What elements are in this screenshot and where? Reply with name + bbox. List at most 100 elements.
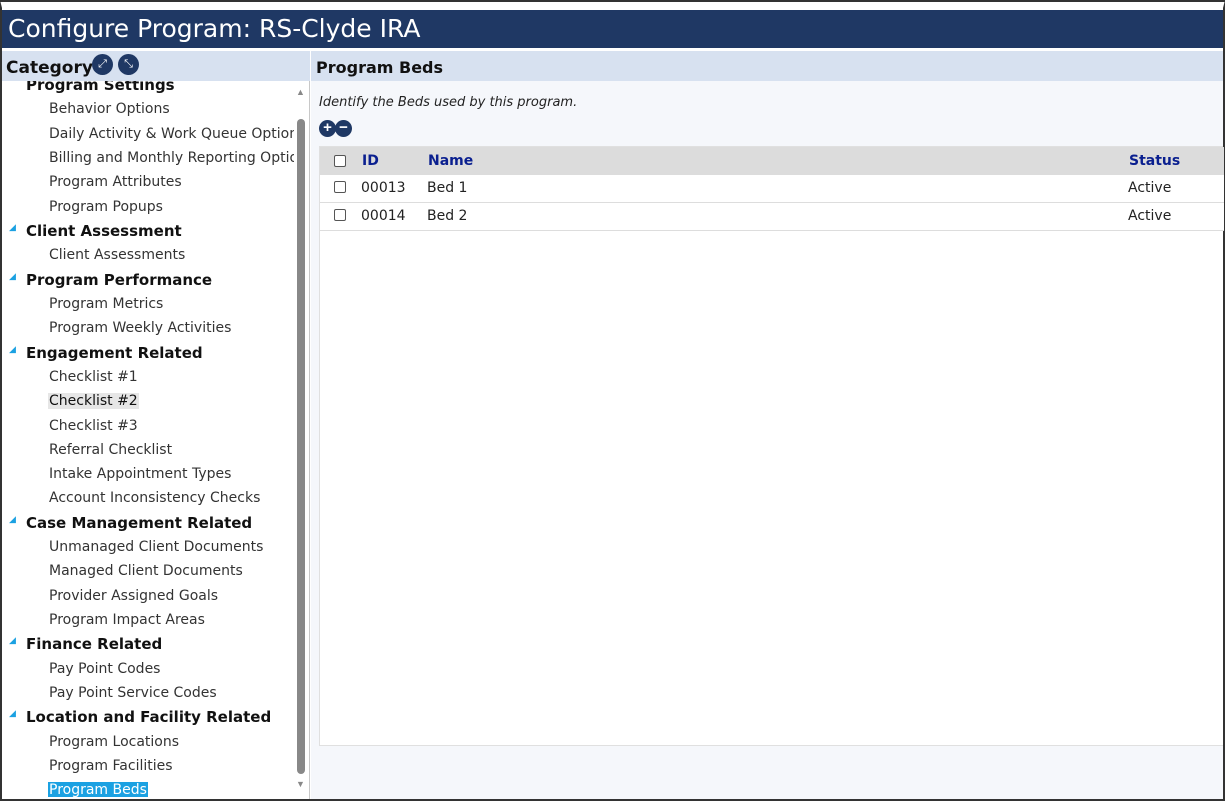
category-item[interactable]: Referral Checklist (2, 438, 294, 462)
cell-id: 00014 (361, 208, 406, 224)
category-item-label: Checklist #1 (49, 368, 138, 385)
beds-table: ID Name Status 00013 Bed 1 Active 00014 Bed … (319, 146, 1224, 746)
category-item[interactable]: Account Inconsistency Checks (2, 486, 294, 510)
category-item-label: Provider Assigned Goals (49, 587, 219, 604)
category-item[interactable]: Program Popups (2, 195, 294, 219)
category-item[interactable]: Managed Client Documents (2, 559, 294, 583)
table-row[interactable]: 00014 Bed 2 Active (320, 203, 1224, 231)
category-item[interactable]: Pay Point Service Codes (2, 681, 294, 705)
category-item[interactable]: Daily Activity & Work Queue Options (2, 122, 294, 146)
category-tree: ◢Program SettingsBehavior OptionsDaily A… (2, 81, 294, 797)
collapse-triangle-icon[interactable]: ◢ (9, 271, 16, 282)
plus-circle-icon[interactable]: + (319, 120, 336, 137)
cell-status: Active (1128, 208, 1172, 224)
category-item[interactable]: Program Facilities (2, 754, 294, 778)
category-group[interactable]: ◢ Client Assessment (2, 219, 294, 243)
category-panel: Category ⤢ ⤡ ◢Program SettingsBehavior O… (2, 51, 310, 799)
category-group[interactable]: ◢ Location and Facility Related (2, 705, 294, 729)
category-item-label: Program Facilities (49, 757, 173, 774)
category-group-label: Engagement Related (26, 343, 203, 362)
top-border (0, 0, 1225, 2)
category-item[interactable]: Program Attributes (2, 170, 294, 194)
category-item[interactable]: Client Assessments (2, 243, 294, 267)
minus-circle-icon[interactable]: − (335, 120, 352, 137)
category-group[interactable]: ◢ Program Performance (2, 268, 294, 292)
category-item[interactable]: Provider Assigned Goals (2, 584, 294, 608)
category-item-label: Daily Activity & Work Queue Options (49, 125, 294, 142)
content-header: Program Beds (311, 51, 1223, 81)
category-group[interactable]: ◢Program Settings (2, 81, 294, 97)
category-item[interactable]: Program Weekly Activities (2, 316, 294, 340)
collapse-all-icon[interactable]: ⤡ (118, 54, 139, 75)
collapse-triangle-icon[interactable]: ◢ (9, 344, 16, 355)
category-item[interactable]: Program Impact Areas (2, 608, 294, 632)
scroll-thumb[interactable] (297, 119, 305, 774)
category-item-label: Checklist #2 (48, 393, 139, 410)
section-description: Identify the Beds used by this program. (319, 95, 578, 110)
collapse-triangle-icon[interactable]: ◢ (9, 635, 16, 646)
column-header-status[interactable]: Status (1129, 153, 1180, 169)
scroll-up-icon[interactable]: ▲ (296, 87, 305, 97)
category-item-label: Program Impact Areas (49, 612, 205, 628)
category-item-label: Pay Point Service Codes (49, 684, 217, 701)
category-item-label: Behavior Options (49, 101, 170, 118)
category-item-label: Billing and Monthly Reporting Options (49, 149, 294, 166)
expand-all-icon[interactable]: ⤢ (92, 54, 113, 75)
scroll-down-icon[interactable]: ▼ (296, 779, 305, 789)
category-item[interactable]: Intake Appointment Types (2, 462, 294, 486)
category-group-label: Case Management Related (26, 513, 253, 532)
cell-name: Bed 1 (427, 180, 468, 196)
column-header-id[interactable]: ID (362, 153, 379, 169)
select-all-checkbox[interactable] (334, 155, 346, 167)
category-item-label: Program Beds (48, 782, 148, 797)
category-group[interactable]: ◢ Case Management Related (2, 511, 294, 535)
table-header: ID Name Status (320, 147, 1224, 175)
collapse-triangle-icon[interactable]: ◢ (9, 514, 16, 525)
category-group-label: Program Settings (26, 81, 175, 94)
row-actions: + − (319, 119, 352, 137)
category-item[interactable]: Program Metrics (2, 292, 294, 316)
category-item-label: Referral Checklist (49, 441, 173, 458)
category-item-label: Program Locations (49, 733, 180, 750)
row-checkbox[interactable] (334, 209, 346, 221)
category-item[interactable]: Checklist #2 (2, 389, 294, 413)
tree-scrollbar[interactable]: ▲ ▼ (294, 81, 308, 797)
table-row[interactable]: 00013 Bed 1 Active (320, 175, 1224, 203)
category-item-label: Pay Point Codes (49, 660, 161, 677)
category-item-label: Checklist #3 (49, 417, 138, 434)
category-group-label: Program Performance (26, 270, 213, 289)
category-item[interactable]: Billing and Monthly Reporting Options (2, 146, 294, 170)
category-item-label: Program Attributes (49, 174, 182, 191)
cell-id: 00013 (361, 180, 406, 196)
category-item-label: Program Metrics (49, 295, 164, 312)
category-label: Category (6, 58, 93, 78)
category-item[interactable]: Program Locations (2, 730, 294, 754)
category-item[interactable]: Pay Point Codes (2, 657, 294, 681)
content-panel: Program Beds Identify the Beds used by t… (311, 51, 1224, 799)
category-item-label: Client Assessments (49, 247, 186, 264)
collapse-triangle-icon[interactable]: ◢ (9, 708, 16, 719)
category-item-label: Intake Appointment Types (49, 466, 232, 483)
category-group-label: Finance Related (26, 635, 163, 654)
category-header: Category ⤢ ⤡ (2, 51, 310, 81)
category-group[interactable]: ◢ Engagement Related (2, 341, 294, 365)
collapse-triangle-icon[interactable]: ◢ (9, 222, 16, 233)
column-header-name[interactable]: Name (428, 153, 473, 169)
section-title: Program Beds (316, 58, 444, 77)
category-item[interactable]: Program Beds (2, 778, 294, 797)
category-item-label: Account Inconsistency Checks (49, 490, 261, 507)
category-item[interactable]: Behavior Options (2, 97, 294, 121)
category-item[interactable]: Checklist #3 (2, 414, 294, 438)
page-title: Configure Program: RS-Clyde IRA (2, 10, 1223, 48)
category-item-label: Managed Client Documents (49, 563, 243, 580)
category-group-label: Location and Facility Related (26, 708, 272, 727)
category-group-label: Client Assessment (26, 221, 182, 240)
cell-name: Bed 2 (427, 208, 468, 224)
category-item[interactable]: Checklist #1 (2, 365, 294, 389)
row-checkbox[interactable] (334, 181, 346, 193)
category-group[interactable]: ◢ Finance Related (2, 632, 294, 656)
category-item[interactable]: Unmanaged Client Documents (2, 535, 294, 559)
category-item-label: Program Weekly Activities (49, 320, 232, 337)
cell-status: Active (1128, 180, 1172, 196)
category-item-label: Program Popups (49, 198, 163, 215)
